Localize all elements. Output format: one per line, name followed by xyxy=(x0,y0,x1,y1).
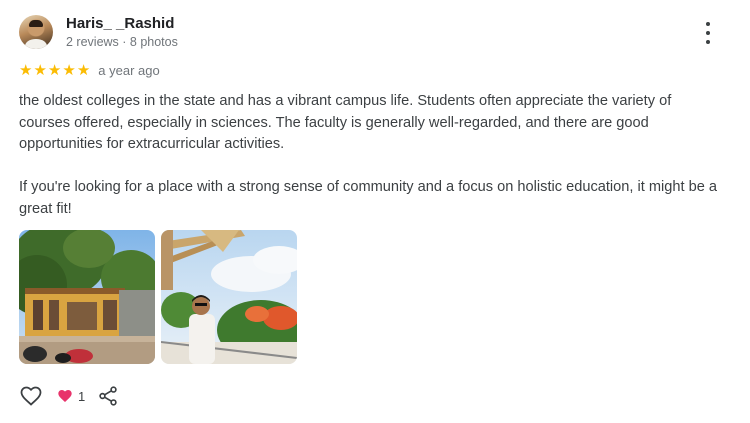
heart-filled-icon xyxy=(58,390,72,402)
review-time: a year ago xyxy=(98,62,160,78)
reviewer-name[interactable]: Haris_ _Rashid xyxy=(66,15,174,32)
more-dot xyxy=(706,40,710,44)
avatar-shirt xyxy=(25,39,47,49)
terrace-photo-image xyxy=(161,230,297,364)
like-count: 1 xyxy=(78,388,86,404)
review-card: Haris_ _Rashid 2 reviews · 8 photos ★ ★ … xyxy=(0,0,750,423)
star-icon: ★ xyxy=(33,61,47,79)
review-actions: 1 xyxy=(19,384,119,408)
more-options-icon[interactable] xyxy=(700,22,716,44)
college-campus-photo[interactable] xyxy=(19,230,155,364)
star-icon: ★ xyxy=(47,61,62,79)
review-text: the oldest colleges in the state and has… xyxy=(19,91,719,242)
more-dot xyxy=(706,22,710,26)
review-paragraph: If you're looking for a place with a str… xyxy=(19,179,717,217)
star-icon: ★ xyxy=(76,61,91,79)
review-paragraph: the oldest colleges in the state and has… xyxy=(19,93,672,152)
heart-outline-icon[interactable] xyxy=(19,384,43,408)
rating-row: ★ ★ ★ ★ ★ a year ago xyxy=(19,62,160,78)
reviewer-meta: 2 reviews · 8 photos xyxy=(66,35,178,49)
star-rating: ★ ★ ★ ★ ★ xyxy=(19,62,90,78)
like-count-group[interactable]: 1 xyxy=(57,388,85,404)
star-icon: ★ xyxy=(62,61,76,79)
star-icon: ★ xyxy=(19,61,33,79)
campus-photo-image xyxy=(19,230,155,364)
avatar-hair xyxy=(29,20,43,27)
person-terrace-photo[interactable] xyxy=(161,230,297,364)
reviewer-avatar[interactable] xyxy=(19,15,53,49)
more-dot xyxy=(706,31,710,35)
share-icon[interactable] xyxy=(97,385,119,407)
